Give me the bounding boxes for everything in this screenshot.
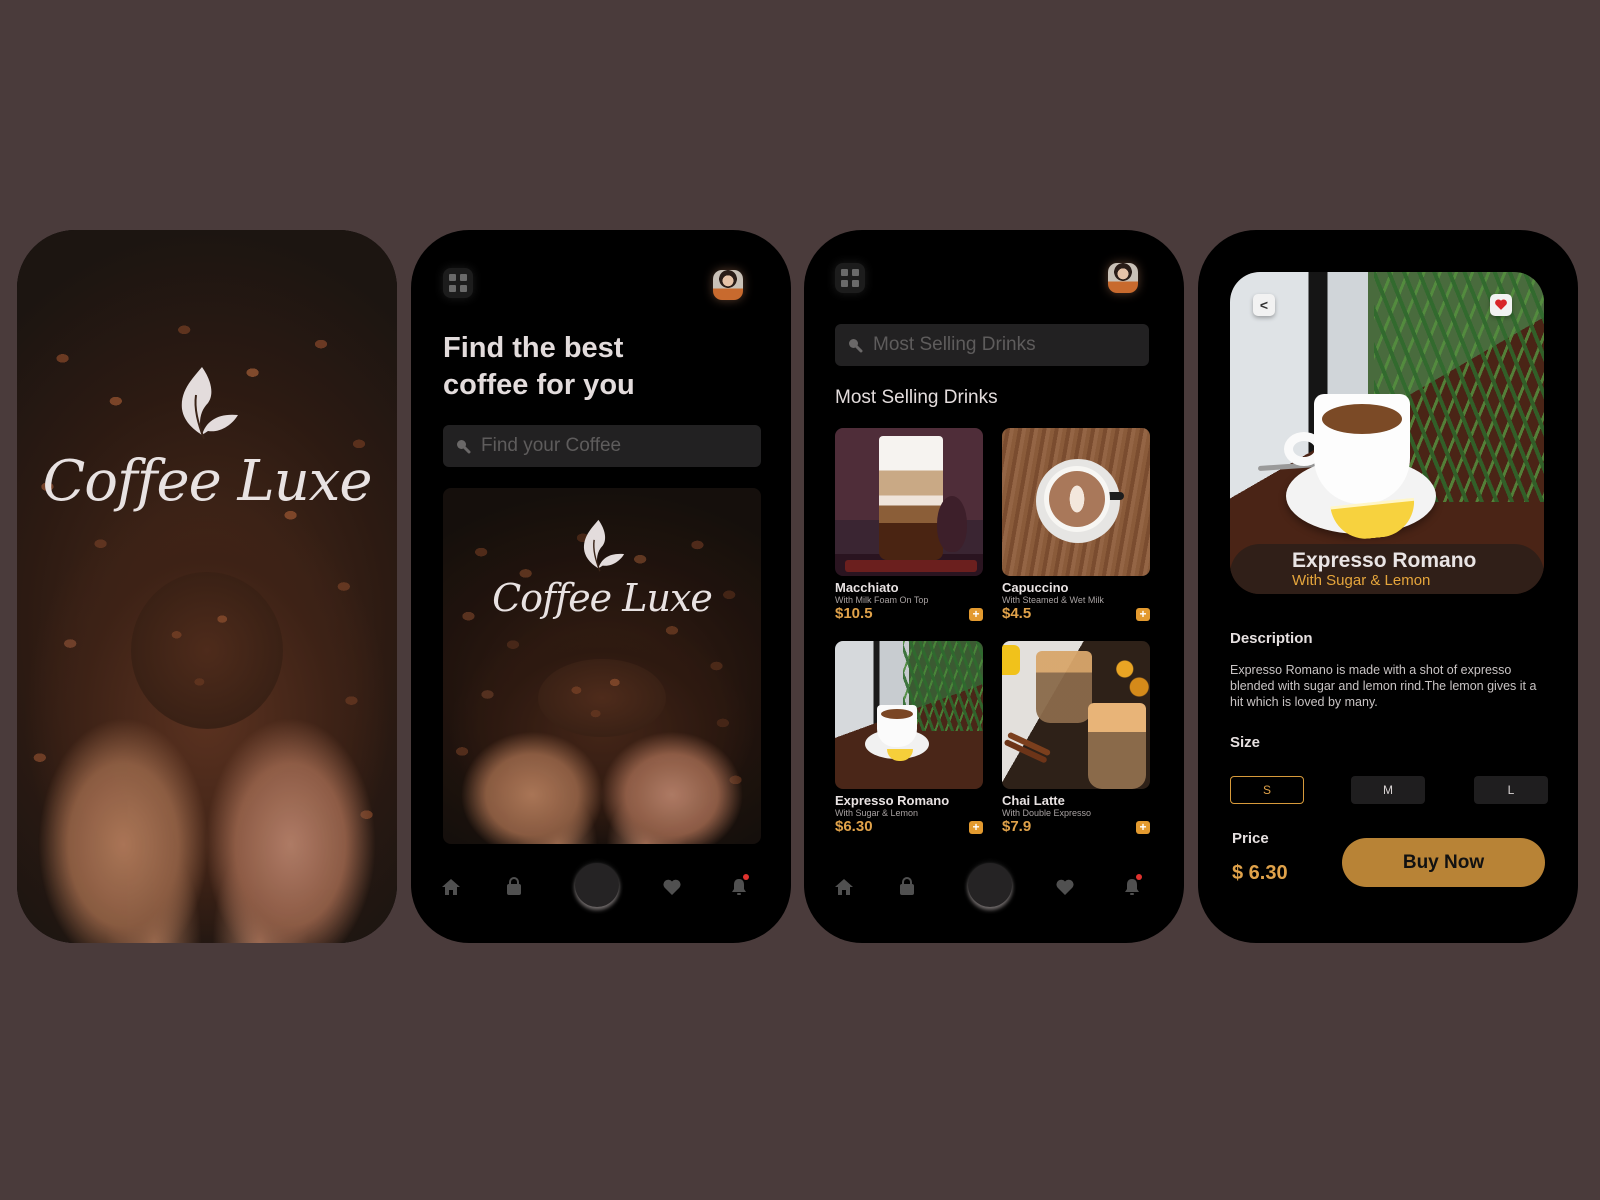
add-to-cart-button[interactable]: + bbox=[969, 608, 983, 621]
product-list-screen: Most Selling Drinks Macchiato With Milk … bbox=[804, 230, 1184, 943]
leaf-icon bbox=[577, 518, 627, 576]
product-card[interactable]: Capuccino With Steamed & Wet Milk $4.5 + bbox=[1002, 428, 1150, 622]
search-bar[interactable] bbox=[443, 425, 761, 467]
price-label: Price bbox=[1232, 830, 1269, 847]
search-input[interactable] bbox=[481, 435, 721, 457]
buy-now-button[interactable]: Buy Now bbox=[1342, 838, 1545, 887]
center-nav-button[interactable] bbox=[968, 863, 1012, 907]
leaf-icon bbox=[172, 365, 242, 445]
size-option-s[interactable]: S bbox=[1230, 776, 1304, 804]
grid-menu-icon[interactable] bbox=[443, 268, 473, 298]
expresso-romano-image bbox=[835, 641, 983, 789]
headline-line-1: Find the best bbox=[443, 332, 624, 364]
product-hero-image: < Expresso Romano With Sugar & Lemon bbox=[1230, 272, 1544, 594]
price-value: $ 6.30 bbox=[1232, 862, 1288, 884]
home-screen: Find the best coffee for you Coffee Luxe bbox=[411, 230, 791, 943]
add-to-cart-button[interactable]: + bbox=[969, 821, 983, 834]
chevron-left-icon: < bbox=[1259, 297, 1269, 313]
product-card[interactable]: Macchiato With Milk Foam On Top $10.5 + bbox=[835, 428, 983, 622]
product-name: Chai Latte bbox=[1002, 793, 1065, 808]
product-name: Capuccino bbox=[1002, 580, 1069, 595]
product-title: Expresso Romano bbox=[1292, 549, 1477, 572]
user-avatar[interactable] bbox=[713, 270, 743, 300]
search-icon bbox=[847, 337, 863, 353]
product-price: $4.5 bbox=[1002, 605, 1032, 622]
center-nav-button[interactable] bbox=[575, 863, 619, 907]
bell-icon bbox=[729, 877, 749, 897]
hero-brand-name: Coffee Luxe bbox=[492, 576, 713, 620]
brand-name: Coffee Luxe bbox=[42, 449, 372, 514]
bottom-nav bbox=[804, 853, 1184, 913]
size-label: Size bbox=[1230, 734, 1261, 751]
product-caption: Expresso Romano With Sugar & Lemon bbox=[1230, 544, 1544, 594]
add-to-cart-button[interactable]: + bbox=[1136, 821, 1150, 834]
product-card[interactable]: Expresso Romano With Sugar & Lemon $6.30… bbox=[835, 641, 983, 835]
notification-dot bbox=[743, 874, 749, 880]
heart-icon bbox=[1494, 298, 1508, 312]
product-price: $10.5 bbox=[835, 605, 873, 622]
bell-icon bbox=[1122, 877, 1142, 897]
add-to-cart-button[interactable]: + bbox=[1136, 608, 1150, 621]
user-avatar[interactable] bbox=[1108, 263, 1138, 293]
brand-logo: Coffee Luxe bbox=[17, 365, 397, 514]
macchiato-image bbox=[835, 428, 983, 576]
search-icon bbox=[455, 438, 471, 454]
product-detail-screen: < Expresso Romano With Sugar & Lemon Des… bbox=[1198, 230, 1578, 943]
product-name: Expresso Romano bbox=[835, 793, 950, 808]
description-label: Description bbox=[1230, 630, 1313, 647]
product-card[interactable]: Chai Latte With Double Expresso $7.9 + bbox=[1002, 641, 1150, 835]
search-input[interactable] bbox=[873, 334, 1113, 356]
beans-in-hands-image bbox=[131, 572, 283, 730]
product-name: Macchiato bbox=[835, 580, 899, 595]
bell-button[interactable] bbox=[729, 874, 749, 897]
size-option-m[interactable]: M bbox=[1351, 776, 1425, 804]
bag-icon[interactable] bbox=[504, 877, 524, 897]
capuccino-image bbox=[1002, 428, 1150, 576]
bag-icon[interactable] bbox=[897, 877, 917, 897]
back-button[interactable]: < bbox=[1253, 294, 1275, 316]
heart-icon[interactable] bbox=[662, 877, 682, 897]
hero-brand-logo: Coffee Luxe bbox=[443, 518, 761, 620]
size-option-l[interactable]: L bbox=[1474, 776, 1548, 804]
headline-line-2: coffee for you bbox=[443, 369, 635, 401]
splash-screen: Coffee Luxe bbox=[17, 230, 397, 943]
home-icon[interactable] bbox=[441, 877, 461, 897]
product-price: $7.9 bbox=[1002, 818, 1032, 835]
section-title: Most Selling Drinks bbox=[835, 387, 998, 408]
page-title: Find the best coffee for you bbox=[443, 330, 635, 404]
notification-dot bbox=[1136, 874, 1142, 880]
favorite-button[interactable] bbox=[1490, 294, 1512, 316]
heart-icon[interactable] bbox=[1055, 877, 1075, 897]
product-subtitle: With Sugar & Lemon bbox=[1292, 572, 1431, 589]
product-price: $6.30 bbox=[835, 818, 873, 835]
chai-latte-image bbox=[1002, 641, 1150, 789]
grid-menu-icon[interactable] bbox=[835, 263, 865, 293]
home-icon[interactable] bbox=[834, 877, 854, 897]
description-text: Expresso Romano is made with a shot of e… bbox=[1230, 663, 1537, 709]
search-bar[interactable] bbox=[835, 324, 1149, 366]
size-selector: S M L bbox=[1230, 776, 1548, 806]
beans-in-hands-image bbox=[538, 658, 666, 738]
bottom-nav bbox=[411, 853, 791, 913]
bell-button[interactable] bbox=[1122, 874, 1142, 897]
hero-banner[interactable]: Coffee Luxe bbox=[443, 488, 761, 844]
